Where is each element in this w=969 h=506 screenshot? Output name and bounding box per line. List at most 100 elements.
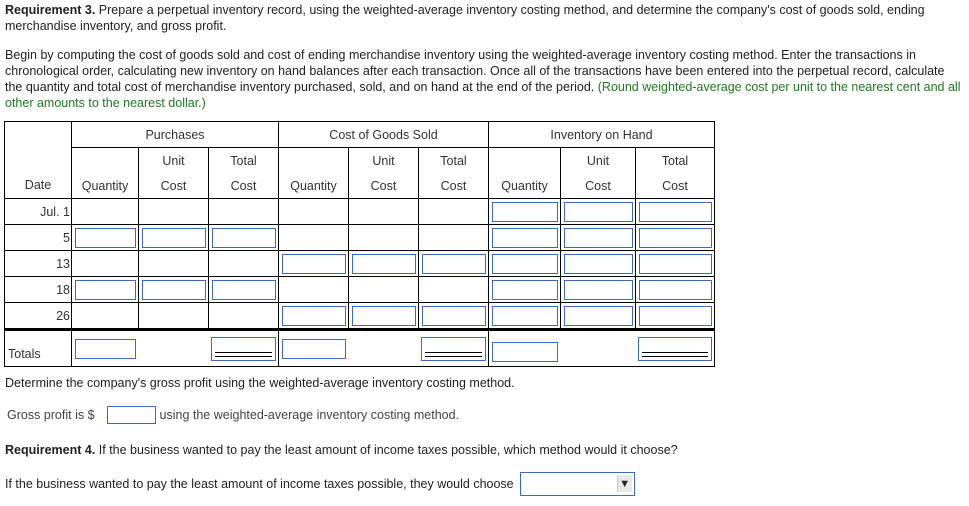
inventory-total-cost-header: Cost bbox=[635, 173, 715, 199]
date-cell: 18 bbox=[4, 276, 72, 303]
inventory-total-cost-input[interactable] bbox=[638, 279, 712, 300]
cogs-total-cost-input[interactable] bbox=[421, 253, 486, 274]
cogs-total-cost-input[interactable] bbox=[421, 305, 486, 326]
cogs-quantity-input[interactable] bbox=[281, 305, 346, 326]
gross-profit-input[interactable] bbox=[106, 406, 156, 424]
cogs-unit-cost-cell bbox=[348, 198, 419, 225]
purchases-unit-cost-cell bbox=[138, 276, 209, 303]
purchases-quantity-cell bbox=[71, 302, 139, 330]
dropdown-arrow-icon[interactable]: ▼ bbox=[616, 475, 632, 492]
inventory-quantity-cell bbox=[488, 198, 561, 225]
instructions-text: Begin by computing the cost of goods sol… bbox=[5, 48, 961, 110]
costing-method-dropdown[interactable]: ▼ bbox=[519, 472, 635, 496]
requirement-3-text: Requirement 3. Prepare a perpetual inven… bbox=[5, 3, 925, 33]
cogs-total-quantity-input[interactable] bbox=[281, 338, 346, 359]
cogs-quantity-cell bbox=[278, 250, 349, 277]
requirement-3-label: Requirement 3. bbox=[5, 3, 96, 17]
inventory-quantity-input[interactable] bbox=[491, 279, 558, 300]
cogs-total-cost-cell bbox=[418, 250, 489, 277]
gross-profit-line: Gross profit is $ using the weighted-ave… bbox=[7, 405, 459, 425]
purchases-total-cost-cell bbox=[208, 224, 279, 251]
cogs-quantity-header: Quantity bbox=[278, 173, 349, 199]
inventory-unit-cost-cell bbox=[560, 224, 636, 251]
purchases-unit-cost-input[interactable] bbox=[141, 279, 206, 300]
inventory-total-cost-input[interactable] bbox=[638, 201, 712, 222]
cogs-unit-cost-input[interactable] bbox=[351, 253, 416, 274]
inventory-unit-cost-input[interactable] bbox=[563, 201, 633, 222]
inventory-quantity-cell bbox=[488, 302, 561, 330]
inventory-total-cost-input[interactable] bbox=[638, 305, 712, 326]
perpetual-inventory-table: Date Purchases Cost of Goods Sold Invent… bbox=[4, 121, 715, 367]
inventory-quantity-input[interactable] bbox=[491, 253, 558, 274]
inventory-total-cost-header-top: Total bbox=[635, 147, 715, 173]
purchases-total-cost-cell bbox=[208, 302, 279, 330]
totals-label: Totals bbox=[4, 328, 72, 367]
cogs-unit-cost-header: Cost bbox=[348, 173, 419, 199]
cogs-total-cost-cell bbox=[418, 224, 489, 251]
cogs-unit-cost-input[interactable] bbox=[351, 305, 416, 326]
inventory-quantity-header: Quantity bbox=[488, 173, 561, 199]
inventory-quantity-cell bbox=[488, 276, 561, 303]
table-row: 18 bbox=[4, 276, 715, 303]
inventory-total-cost-input[interactable] bbox=[638, 253, 712, 274]
inventory-quantity-cell bbox=[488, 250, 561, 277]
requirement-4-label: Requirement 4. bbox=[5, 443, 96, 457]
purchases-total-quantity-input[interactable] bbox=[74, 338, 136, 359]
cogs-quantity-cell bbox=[278, 198, 349, 225]
purchases-header: Purchases bbox=[71, 121, 279, 148]
inventory-quantity-cell bbox=[488, 224, 561, 251]
purchases-total-cost-cell bbox=[208, 198, 279, 225]
inventory-total-cost-input[interactable] bbox=[638, 227, 712, 248]
inventory-total-cost-cell bbox=[635, 276, 715, 303]
table-row: 13 bbox=[4, 250, 715, 277]
purchases-unit-cost-header-top: Unit bbox=[138, 147, 209, 173]
inventory-total-cost-cell bbox=[635, 224, 715, 251]
purchases-quantity-input[interactable] bbox=[74, 279, 136, 300]
purchases-unit-cost-input[interactable] bbox=[141, 227, 206, 248]
cogs-quantity-input[interactable] bbox=[281, 253, 346, 274]
inventory-total-quantity-input[interactable] bbox=[491, 341, 558, 362]
inventory-unit-cost-input[interactable] bbox=[563, 227, 633, 248]
purchases-quantity-cell bbox=[71, 198, 139, 225]
purchases-total-cost-input[interactable] bbox=[211, 279, 276, 300]
inventory-unit-cost-header: Cost bbox=[560, 173, 636, 199]
inventory-quantity-header-top bbox=[488, 147, 561, 173]
inventory-unit-cost-input[interactable] bbox=[563, 279, 633, 300]
cogs-total-cost-cell bbox=[418, 276, 489, 303]
cogs-total-cost-input[interactable] bbox=[421, 336, 486, 361]
purchases-total-cost-input[interactable] bbox=[211, 336, 276, 361]
purchases-unit-cost-cell bbox=[138, 250, 209, 277]
cogs-unit-cost-header-top: Unit bbox=[348, 147, 419, 173]
cogs-header: Cost of Goods Sold bbox=[278, 121, 489, 148]
inventory-unit-cost-cell bbox=[560, 276, 636, 303]
purchases-quantity-input[interactable] bbox=[74, 227, 136, 248]
inventory-unit-cost-input[interactable] bbox=[563, 253, 633, 274]
purchases-unit-cost-cell bbox=[138, 302, 209, 330]
purchases-total-cost-cell bbox=[208, 276, 279, 303]
cogs-total-cost-cell bbox=[418, 302, 489, 330]
inventory-on-hand-header: Inventory on Hand bbox=[488, 121, 715, 148]
totals-row: Totals bbox=[4, 328, 715, 367]
inventory-unit-cost-cell bbox=[560, 198, 636, 225]
inventory-total-cost-input[interactable] bbox=[638, 336, 712, 361]
date-cell: 13 bbox=[4, 250, 72, 277]
purchases-total-cost-input[interactable] bbox=[211, 227, 276, 248]
purchases-unit-cost-cell bbox=[138, 224, 209, 251]
gross-profit-question: Determine the company's gross profit usi… bbox=[5, 376, 515, 390]
method-choice-line: If the business wanted to pay the least … bbox=[5, 472, 635, 496]
purchases-unit-cost-header: Cost bbox=[138, 173, 209, 199]
inventory-quantity-input[interactable] bbox=[491, 227, 558, 248]
gross-profit-suffix: using the weighted-average inventory cos… bbox=[159, 408, 460, 422]
requirement-4-text: Requirement 4. If the business wanted to… bbox=[5, 443, 678, 457]
inventory-quantity-input[interactable] bbox=[491, 201, 558, 222]
cogs-quantity-header-top bbox=[278, 147, 349, 173]
inventory-unit-cost-input[interactable] bbox=[563, 305, 633, 326]
purchases-quantity-cell bbox=[71, 250, 139, 277]
purchases-unit-cost-cell bbox=[138, 198, 209, 225]
cogs-quantity-cell bbox=[278, 224, 349, 251]
purchases-total-cost-header: Cost bbox=[208, 173, 279, 199]
gross-profit-prefix: Gross profit is $ bbox=[7, 408, 95, 422]
cogs-quantity-cell bbox=[278, 302, 349, 330]
purchases-quantity-cell bbox=[71, 224, 139, 251]
inventory-quantity-input[interactable] bbox=[491, 305, 558, 326]
